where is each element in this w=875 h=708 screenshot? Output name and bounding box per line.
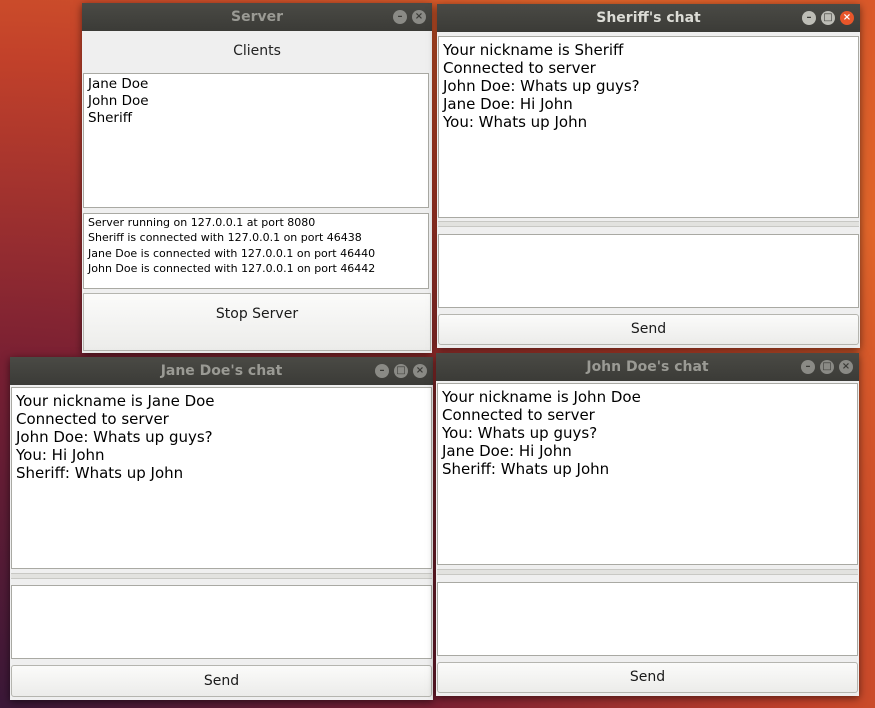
close-icon[interactable]: × [412,10,426,24]
john-titlebar[interactable]: John Doe's chat – □ × [436,353,859,381]
log-line: Jane Doe is connected with 127.0.0.1 on … [88,246,376,260]
chat-message: Connected to server [16,410,169,428]
chat-message: Sheriff: Whats up John [442,460,610,478]
chat-message: Jane Doe: Hi John [442,442,572,460]
pane-separator[interactable] [437,569,858,575]
log-line: Server running on 127.0.0.1 at port 8080 [88,216,316,229]
log-line: John Doe is connected with 127.0.0.1 on … [88,261,376,275]
jane-chat-log[interactable]: Your nickname is Jane Doe Connected to s… [11,387,432,569]
jane-titlebar[interactable]: Jane Doe's chat – □ × [10,357,433,385]
john-window-controls: – □ × [801,360,853,374]
client-item[interactable]: Sheriff [88,110,424,127]
minimize-icon[interactable]: – [801,360,815,374]
clients-label: Clients [233,43,281,59]
john-message-input[interactable] [437,582,858,656]
chat-message: Your nickname is Jane Doe [16,392,215,410]
chat-message: You: Hi John [16,446,105,464]
chat-message: Your nickname is John Doe [442,388,641,406]
maximize-icon[interactable]: □ [394,364,408,378]
close-icon[interactable]: × [413,364,427,378]
server-titlebar[interactable]: Server – × [82,3,432,31]
sheriff-titlebar[interactable]: Sheriff's chat – □ × [437,4,860,32]
pane-separator[interactable] [438,221,859,227]
sheriff-message-input[interactable] [438,234,859,308]
minimize-icon[interactable]: – [802,11,816,25]
john-title: John Doe's chat [586,359,709,375]
close-icon[interactable]: × [840,11,854,25]
sheriff-chat-window: Sheriff's chat – □ × Your nickname is Sh… [437,4,860,348]
john-send-button[interactable]: Send [437,662,858,693]
pane-separator[interactable] [11,573,432,579]
jane-title: Jane Doe's chat [160,363,283,379]
close-icon[interactable]: × [839,360,853,374]
jane-window-controls: – □ × [375,364,427,378]
server-title: Server [230,9,283,25]
chat-message: Your nickname is Sheriff [443,41,624,59]
chat-message: Jane Doe: Hi John [443,95,573,113]
sheriff-send-button[interactable]: Send [438,314,859,345]
maximize-icon[interactable]: □ [821,11,835,25]
minimize-icon[interactable]: – [375,364,389,378]
server-window: Server – × Clients Jane Doe John Doe She… [82,3,432,353]
stop-server-button[interactable]: Stop Server [83,293,431,351]
chat-message: John Doe: Whats up guys? [16,428,213,446]
client-item[interactable]: Jane Doe [88,76,424,93]
chat-message: Connected to server [442,406,595,424]
maximize-icon[interactable]: □ [820,360,834,374]
jane-message-input[interactable] [11,585,432,659]
clients-list[interactable]: Jane Doe John Doe Sheriff [83,73,429,208]
chat-message: Sheriff: Whats up John [16,464,184,482]
jane-send-button[interactable]: Send [11,665,432,697]
chat-message: John Doe: Whats up guys? [443,77,640,95]
jane-chat-window: Jane Doe's chat – □ × Your nickname is J… [10,357,433,700]
chat-message: You: Whats up John [443,113,588,131]
server-window-controls: – × [393,10,426,24]
minimize-icon[interactable]: – [393,10,407,24]
server-log[interactable]: Server running on 127.0.0.1 at port 8080… [83,213,429,289]
chat-message: You: Whats up guys? [442,424,598,442]
john-chat-window: John Doe's chat – □ × Your nickname is J… [436,353,859,696]
john-chat-log[interactable]: Your nickname is John Doe Connected to s… [437,383,858,565]
client-item[interactable]: John Doe [88,93,424,110]
sheriff-chat-log[interactable]: Your nickname is Sheriff Connected to se… [438,36,859,218]
log-line: Sheriff is connected with 127.0.0.1 on p… [88,231,362,245]
sheriff-title: Sheriff's chat [596,10,701,26]
sheriff-window-controls: – □ × [802,11,854,25]
chat-message: Connected to server [443,59,596,77]
